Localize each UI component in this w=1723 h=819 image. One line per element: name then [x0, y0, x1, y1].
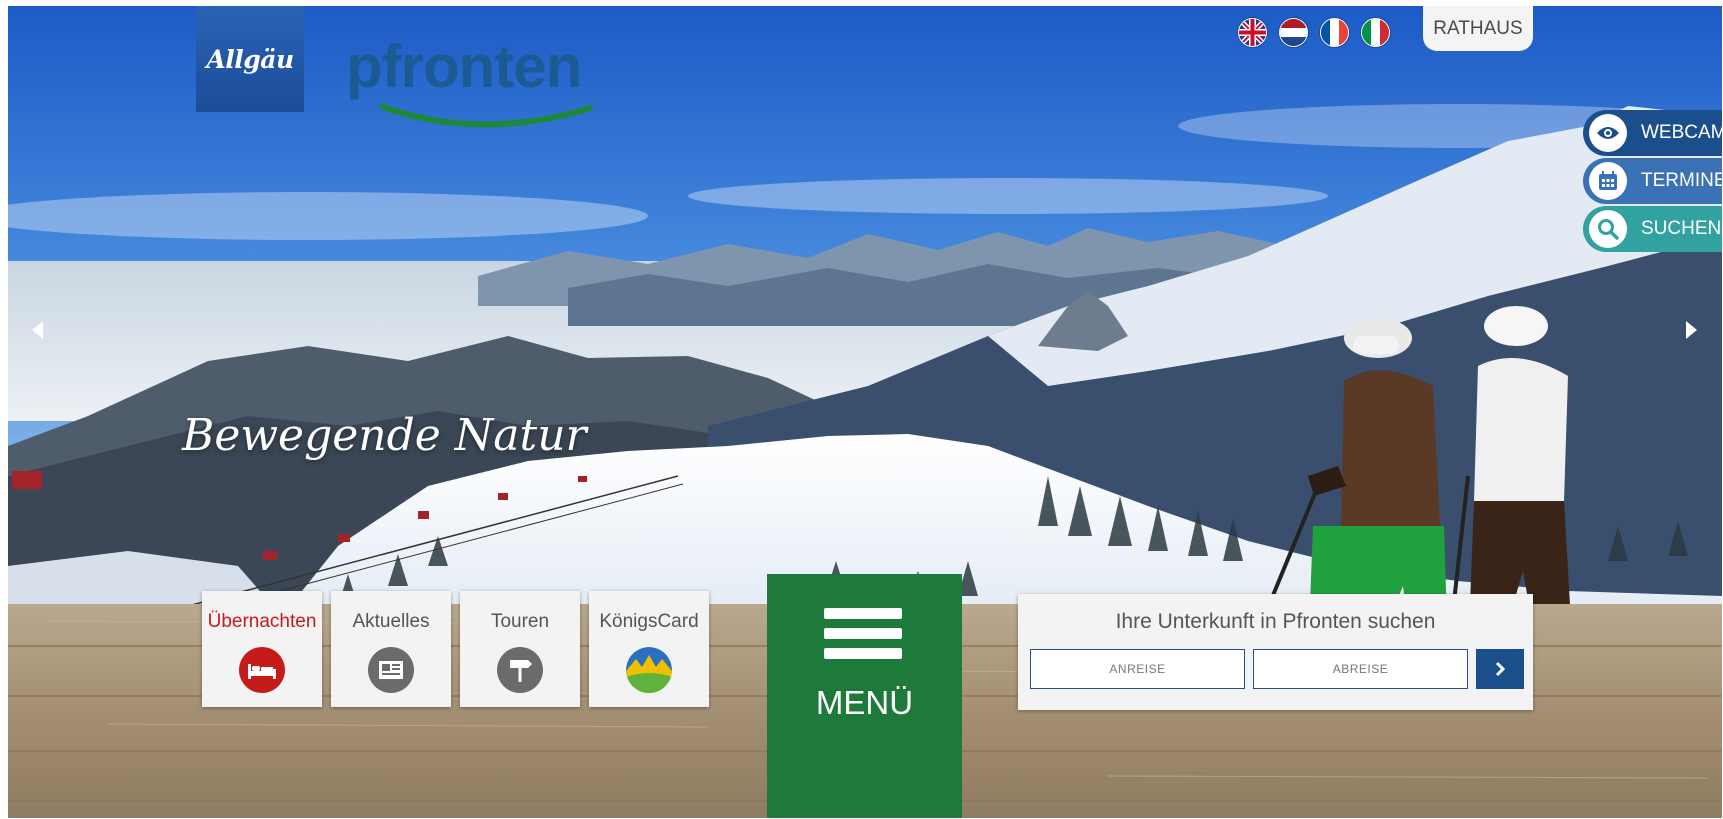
tile-touren[interactable]: Touren: [460, 591, 580, 707]
pfronten-logo-swoosh: [380, 103, 593, 128]
page: Allgäu pfronten RATHAUS WEBCAM TERMINE S…: [8, 6, 1722, 818]
arrival-date-input[interactable]: ANREISE: [1030, 649, 1245, 689]
allgaeu-logo[interactable]: Allgäu: [196, 6, 304, 112]
koenigscard-icon: [626, 647, 672, 693]
dutch-flag-icon[interactable]: [1279, 18, 1308, 47]
suchen-button[interactable]: SUCHEN: [1583, 206, 1722, 252]
hero-slogan: Bewegende Natur: [182, 410, 587, 461]
tile-aktuelles[interactable]: Aktuelles: [331, 591, 451, 707]
webcam-button[interactable]: WEBCAM: [1583, 110, 1722, 156]
language-selector: [1238, 18, 1390, 47]
bed-icon: [239, 647, 285, 693]
pfronten-logo[interactable]: pfronten: [346, 32, 602, 142]
hamburger-icon-bar-2: [824, 628, 902, 639]
allgaeu-logo-text: Allgäu: [206, 44, 294, 74]
newspaper-icon: [368, 647, 414, 693]
eye-icon: [1589, 114, 1627, 152]
chevron-right-icon: [1495, 661, 1506, 677]
webcam-label: WEBCAM: [1641, 122, 1722, 143]
calendar-icon: [1589, 162, 1627, 200]
slider-prev-arrow-icon[interactable]: [32, 321, 43, 339]
tile-label: Aktuelles: [352, 611, 430, 632]
hamburger-icon-bar-1: [824, 608, 902, 619]
tile-label: Übernachten: [207, 611, 317, 632]
menu-label: MENÜ: [815, 684, 914, 721]
hamburger-icon-bar-3: [824, 648, 902, 659]
tile-koenigscard[interactable]: KönigsCard: [589, 591, 709, 707]
italian-flag-icon[interactable]: [1361, 18, 1390, 47]
french-flag-icon[interactable]: [1320, 18, 1349, 47]
accommodation-search-box: Ihre Unterkunft in Pfronten suchen ANREI…: [1018, 594, 1533, 710]
tile-uebernachten[interactable]: Übernachten: [202, 591, 322, 707]
menu-button[interactable]: MENÜ: [767, 574, 962, 818]
slider-next-arrow-icon[interactable]: [1686, 321, 1697, 339]
search-icon: [1589, 210, 1627, 248]
departure-date-input[interactable]: ABREISE: [1253, 649, 1468, 689]
english-flag-icon[interactable]: [1238, 18, 1267, 47]
termine-label: TERMINE: [1641, 170, 1722, 191]
suchen-label: SUCHEN: [1641, 218, 1722, 239]
signpost-icon: [497, 647, 543, 693]
tile-label: KönigsCard: [599, 611, 699, 632]
rathaus-button[interactable]: RATHAUS: [1423, 6, 1533, 51]
accommodation-search-title: Ihre Unterkunft in Pfronten suchen: [1115, 610, 1436, 633]
pfronten-logo-text: pfronten: [346, 33, 582, 100]
tile-label: Touren: [490, 611, 550, 632]
termine-button[interactable]: TERMINE: [1583, 158, 1722, 204]
search-submit-button[interactable]: [1476, 649, 1524, 689]
